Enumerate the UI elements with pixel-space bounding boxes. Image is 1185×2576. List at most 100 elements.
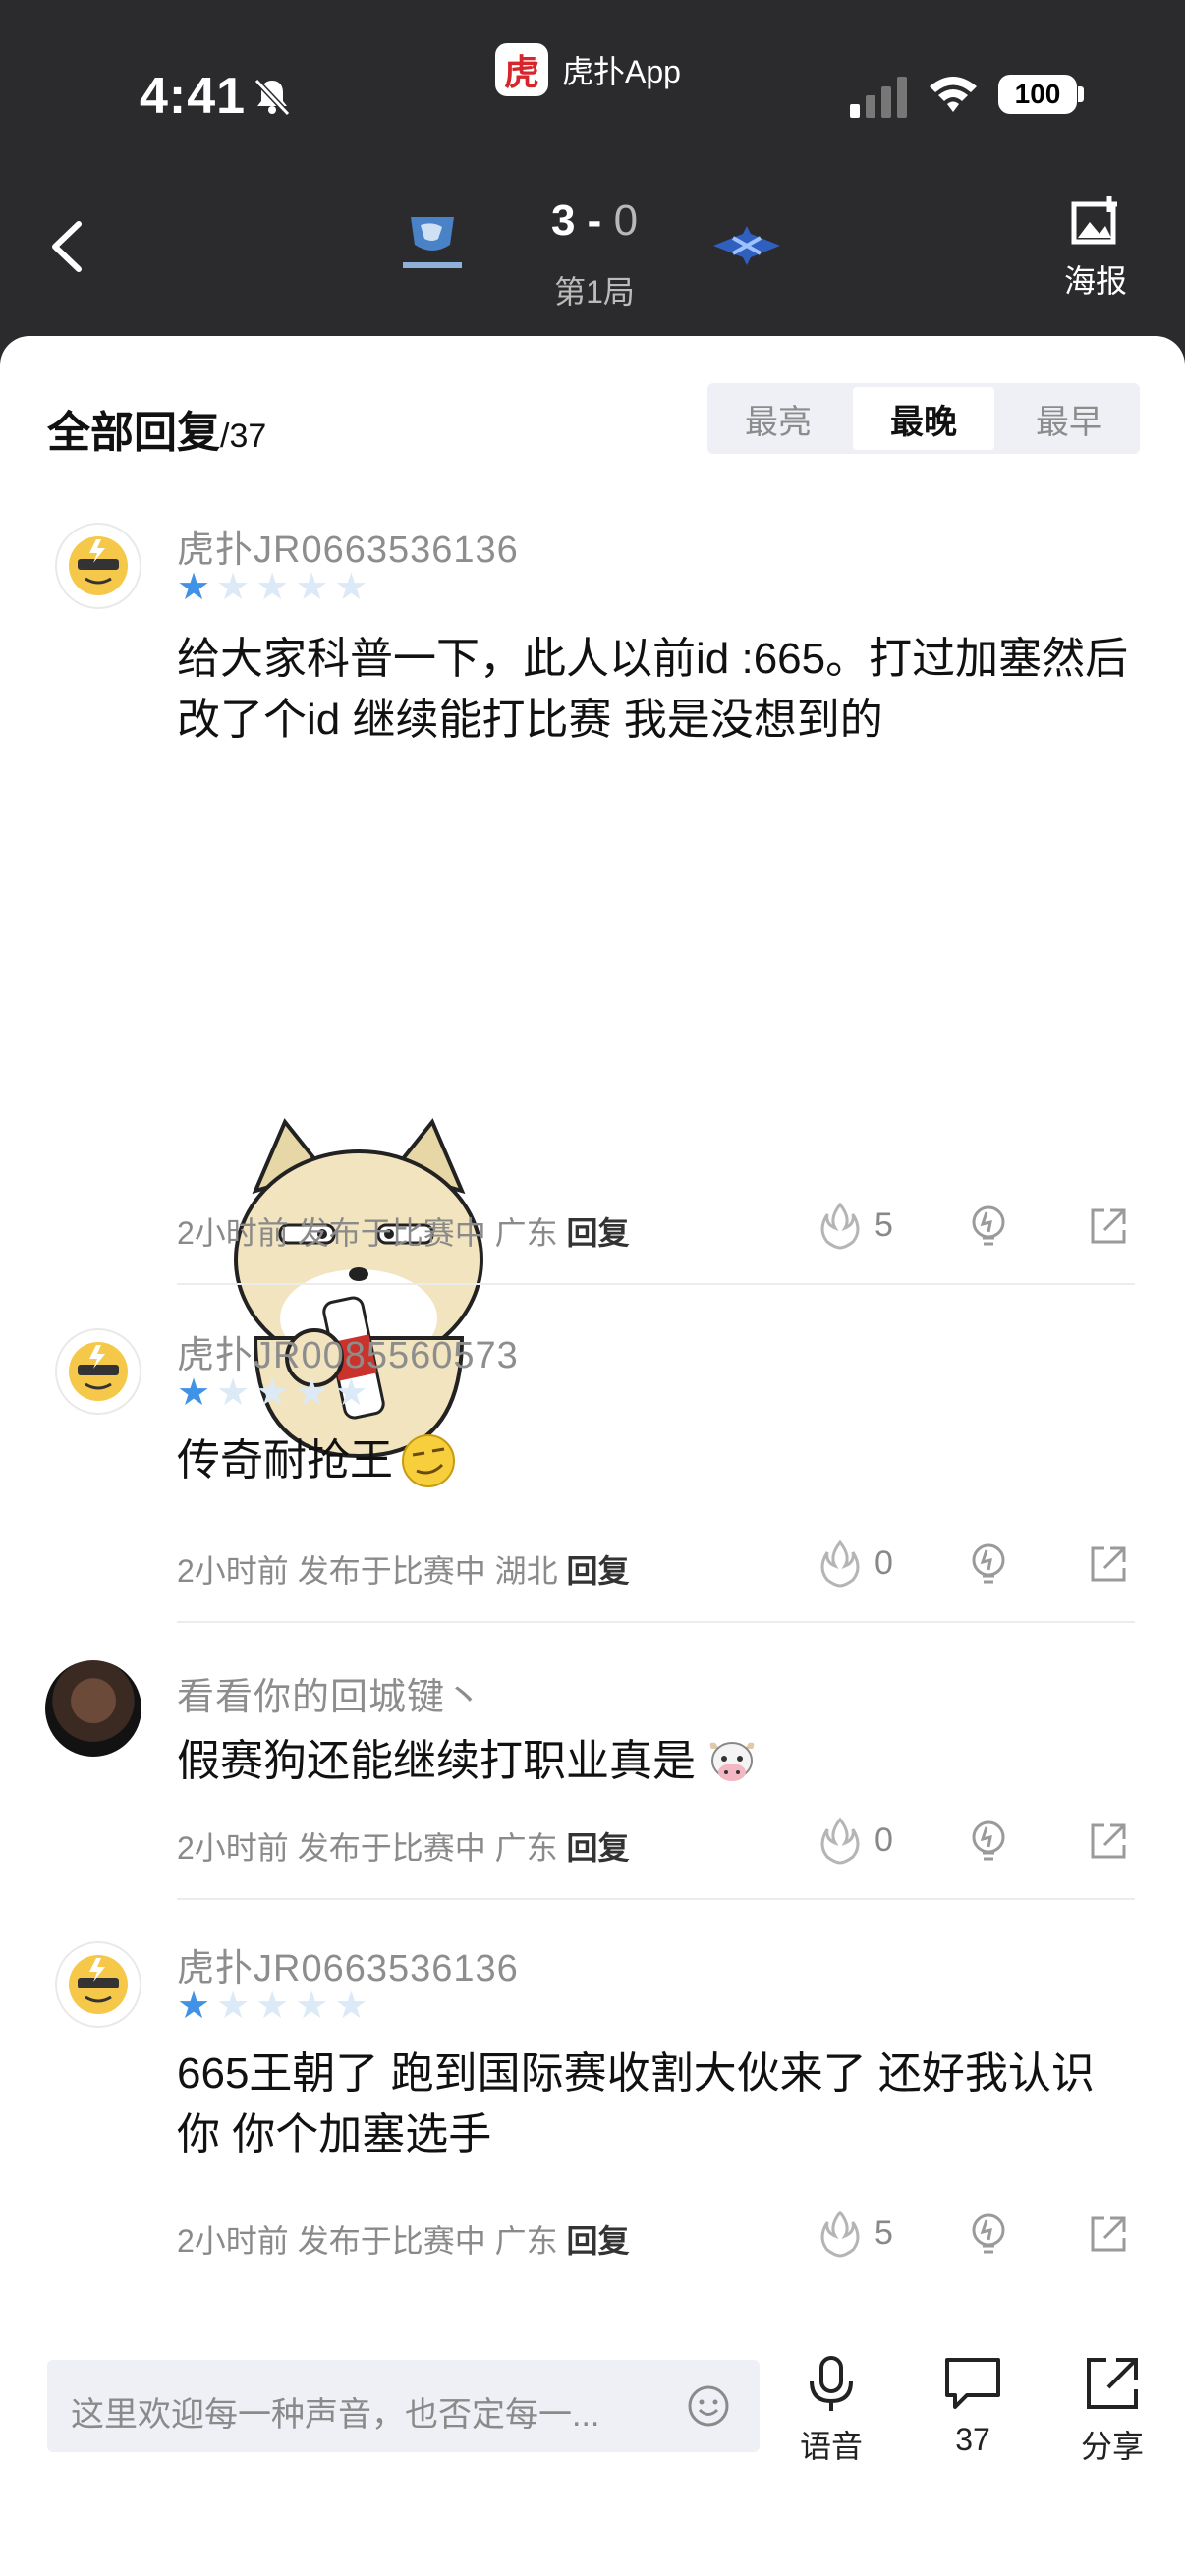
light-flame-icon <box>820 1540 860 1588</box>
battery-tip <box>1078 86 1084 102</box>
comment-input[interactable]: 这里欢迎每一种声音，也否定每一... <box>47 2360 760 2452</box>
comment-meta: 2小时前 发布于比赛中 广东 回复 <box>177 2216 630 2262</box>
match-score: 3 - 0 <box>521 196 668 246</box>
star-icon: ★ <box>216 1372 251 1414</box>
team-logo-left-icon <box>403 217 462 268</box>
comment-time-location: 2小时前 发布于比赛中 湖北 <box>177 1553 558 1589</box>
share-external-icon[interactable] <box>1085 1540 1132 1588</box>
star-icon: ★ <box>334 1986 368 2027</box>
game-number: 第1局 <box>554 274 635 309</box>
avatar[interactable] <box>55 1941 141 2028</box>
light-count-button[interactable]: 0 <box>816 1816 893 1865</box>
voice-label: 语音 <box>799 2429 863 2464</box>
bulb-icon[interactable] <box>965 1818 1012 1865</box>
replies-heading: 全部回复/37 <box>47 397 266 460</box>
score-left: 3 <box>550 196 576 245</box>
comment-text: 假赛狗还能继续打职业真是 <box>177 1737 696 1785</box>
star-icon: ★ <box>177 1986 211 2027</box>
comment-time-location: 2小时前 发布于比赛中 广东 <box>177 2223 558 2259</box>
comments-count: 37 <box>955 2422 990 2457</box>
share-external-icon[interactable] <box>1085 1818 1132 1865</box>
back-arrow-icon[interactable] <box>39 212 98 281</box>
replies-title: 全部回复 <box>47 409 220 457</box>
replies-count: /37 <box>220 418 267 455</box>
comment-meta: 2小时前 发布于比赛中 湖北 回复 <box>177 1546 630 1592</box>
comment-text-row: 传奇耐抢王 <box>177 1430 1150 1491</box>
light-count: 5 <box>875 1205 893 1244</box>
comment-username[interactable]: 虎扑JR0085560573 <box>177 1324 519 1378</box>
light-flame-icon <box>820 2210 860 2258</box>
share-external-icon[interactable] <box>1085 1203 1132 1250</box>
divider <box>177 1621 1135 1623</box>
hupu-default-avatar-icon <box>69 1955 128 2014</box>
light-count-button[interactable]: 5 <box>816 2209 893 2258</box>
share-label: 分享 <box>1080 2429 1144 2464</box>
poster-button[interactable]: 海报 <box>1051 195 1140 302</box>
star-icon: ★ <box>255 567 290 608</box>
avatar[interactable] <box>55 1328 141 1415</box>
reply-button[interactable]: 回复 <box>566 1553 629 1589</box>
cow-emoji-icon <box>709 1742 755 1781</box>
emoji-smile-icon[interactable] <box>686 2383 731 2429</box>
star-icon: ★ <box>216 567 251 608</box>
hupu-default-avatar-icon <box>69 1342 128 1401</box>
comment-meta: 2小时前 发布于比赛中 广东 回复 <box>177 1208 630 1254</box>
user-rating-stars: ★ ★ ★ ★ ★ <box>177 1987 367 2026</box>
tab-brightest[interactable]: 最亮 <box>707 383 849 454</box>
comment-time-location: 2小时前 发布于比赛中 广东 <box>177 1215 558 1251</box>
tab-latest[interactable]: 最晚 <box>853 387 994 450</box>
app-name: 虎扑App <box>562 54 681 89</box>
score-separator: - <box>587 196 602 245</box>
image-poster-icon <box>1071 196 1117 245</box>
bulb-icon[interactable] <box>965 2211 1012 2258</box>
divider <box>177 1898 1135 1900</box>
comment-username[interactable]: 虎扑JR0663536136 <box>177 1937 519 1991</box>
bulb-icon[interactable] <box>965 1540 1012 1588</box>
comments-button[interactable]: 37 <box>924 2352 1022 2458</box>
battery-indicator: 100 <box>998 75 1077 114</box>
user-rating-stars: ★ ★ ★ ★ ★ <box>177 1373 367 1413</box>
star-icon: ★ <box>295 1372 329 1414</box>
star-icon: ★ <box>255 1372 290 1414</box>
sort-tabs: 最亮 最晚 最早 <box>707 383 1140 454</box>
star-icon: ★ <box>255 1986 290 2027</box>
comment-text-row: 假赛狗还能继续打职业真是 <box>177 1731 1150 1792</box>
smirk-emoji-icon <box>402 1434 455 1487</box>
star-icon: ★ <box>216 1986 251 2027</box>
reply-button[interactable]: 回复 <box>566 1830 629 1866</box>
avatar[interactable] <box>45 1660 141 1757</box>
light-count-button[interactable]: 5 <box>816 1201 893 1250</box>
voice-button[interactable]: 语音 <box>782 2352 880 2467</box>
share-external-icon[interactable] <box>1085 2211 1132 2258</box>
star-icon: ★ <box>177 567 211 608</box>
user-rating-stars: ★ ★ ★ ★ ★ <box>177 568 367 607</box>
divider <box>177 1283 1135 1285</box>
light-flame-icon <box>820 1202 860 1250</box>
light-count: 0 <box>875 1820 893 1859</box>
comment-username[interactable]: 看看你的回城键丶 <box>177 1666 483 1720</box>
reply-button[interactable]: 回复 <box>566 2223 629 2259</box>
star-icon: ★ <box>177 1372 211 1414</box>
bell-off-icon <box>254 78 291 117</box>
comment-time-location: 2小时前 发布于比赛中 广东 <box>177 1830 558 1866</box>
light-count: 0 <box>875 1543 893 1582</box>
share-icon <box>1087 2358 1138 2409</box>
microphone-icon <box>810 2356 853 2411</box>
bulb-icon[interactable] <box>965 1203 1012 1250</box>
comment-input-placeholder: 这里欢迎每一种声音，也否定每一... <box>71 2396 600 2434</box>
reply-button[interactable]: 回复 <box>566 1215 629 1251</box>
light-count: 5 <box>875 2213 893 2252</box>
status-time: 4:41 <box>140 68 247 125</box>
avatar[interactable] <box>55 523 141 609</box>
tab-earliest[interactable]: 最早 <box>998 383 1140 454</box>
back-to-app-banner[interactable]: 虎 虎扑App <box>495 43 681 96</box>
poster-label: 海报 <box>1063 263 1127 299</box>
star-icon: ★ <box>295 567 329 608</box>
share-button[interactable]: 分享 <box>1063 2352 1161 2467</box>
light-count-button[interactable]: 0 <box>816 1539 893 1588</box>
star-icon: ★ <box>295 1986 329 2027</box>
comment-username[interactable]: 虎扑JR0663536136 <box>177 519 519 573</box>
hupu-logo-icon: 虎 <box>495 43 548 96</box>
comment-text: 给大家科普一下，此人以前id :665。打过加塞然后改了个id 继续能打比赛 我… <box>177 635 1129 744</box>
star-icon: ★ <box>334 1372 368 1414</box>
